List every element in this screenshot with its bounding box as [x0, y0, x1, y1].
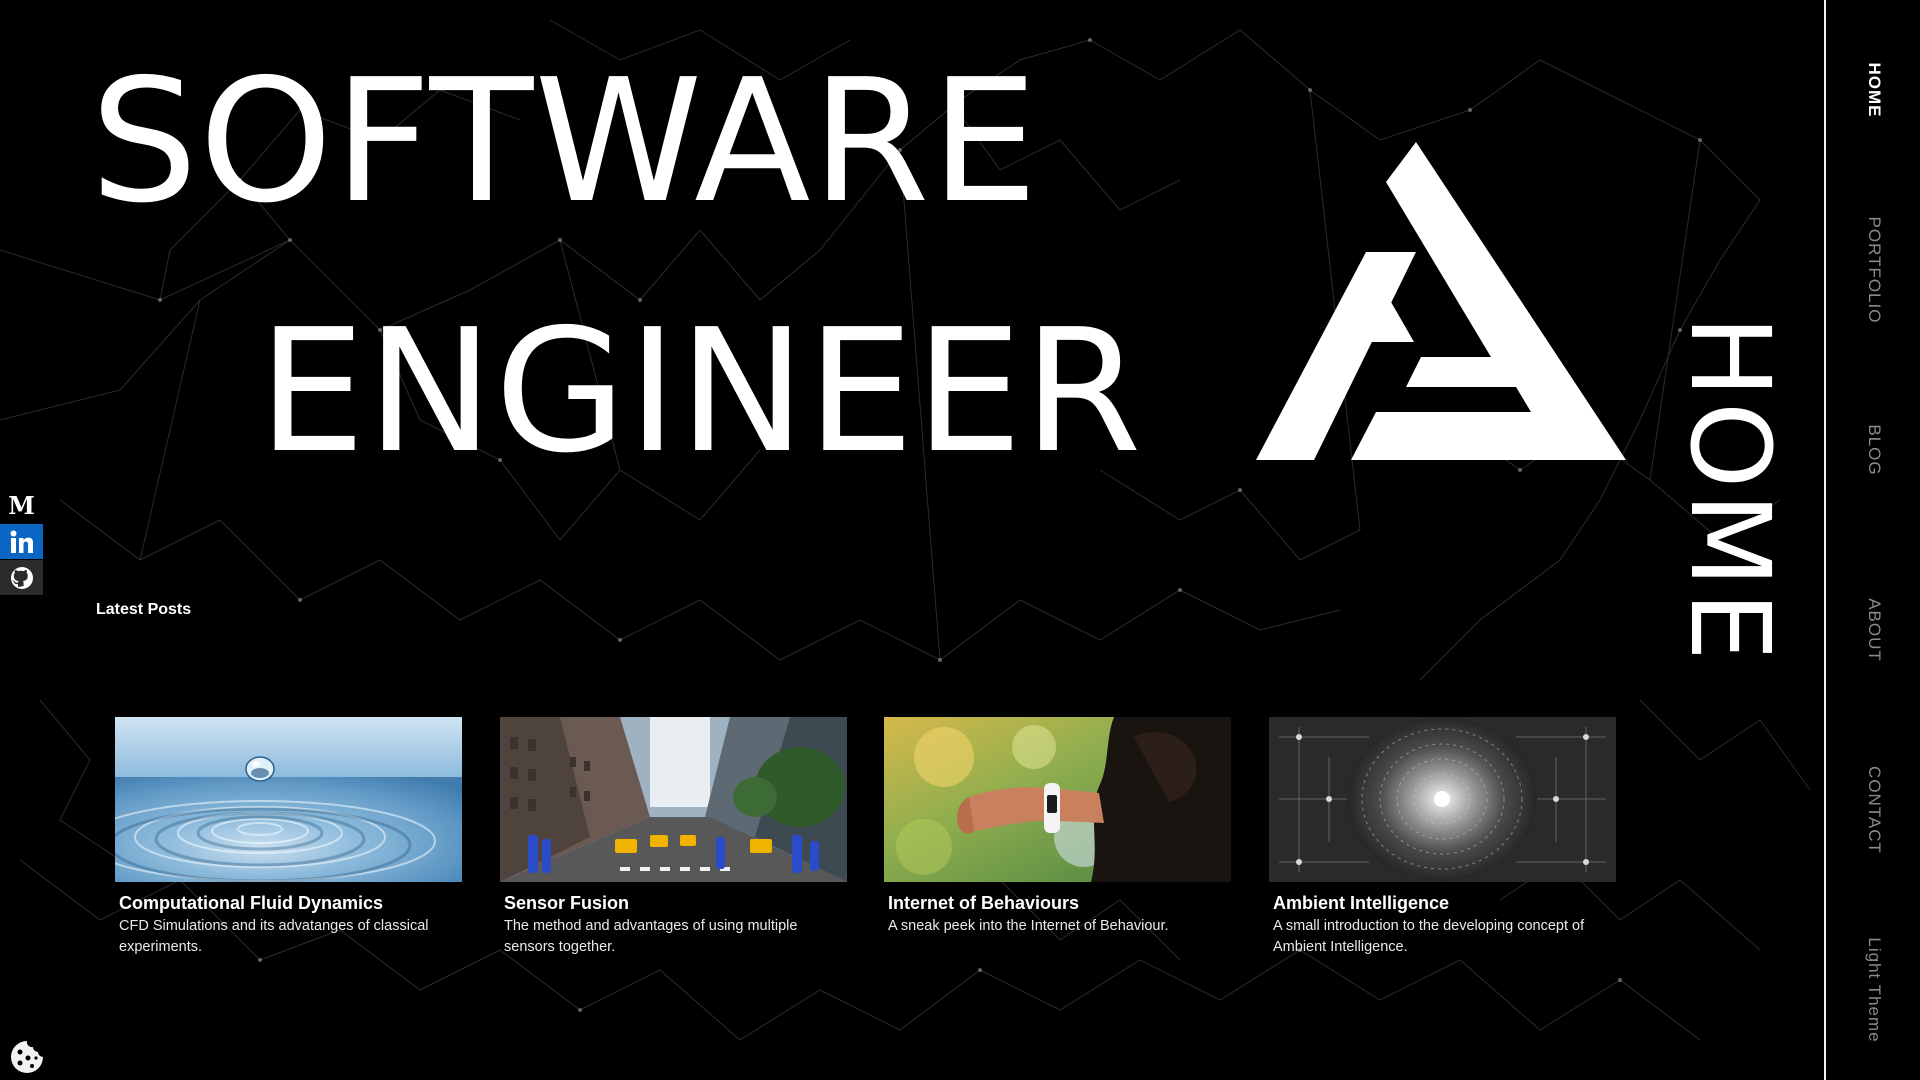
latest-posts-heading: Latest Posts	[96, 601, 192, 618]
theme-toggle[interactable]: Light Theme	[1864, 937, 1884, 1042]
post-title: Sensor Fusion	[504, 893, 630, 913]
post-title: Ambient Intelligence	[1273, 893, 1450, 913]
nav-item-about[interactable]: ABOUT	[1864, 598, 1884, 662]
social-links: M	[0, 488, 44, 596]
post-card-cfd[interactable]: Computational Fluid Dynamics CFD Simulat…	[115, 717, 462, 958]
post-card-internet-of-behaviours[interactable]: Internet of Behaviours A sneak peek into…	[884, 717, 1231, 937]
linkedin-icon	[10, 530, 33, 553]
nav-item-home[interactable]: HOME	[1864, 63, 1884, 118]
github-link[interactable]	[0, 560, 43, 595]
hero-title-line1: SOFTWARE	[90, 43, 1039, 241]
nav-item-blog[interactable]: BLOG	[1864, 424, 1884, 475]
medium-link[interactable]: M	[0, 488, 43, 523]
medium-icon: M	[8, 491, 35, 520]
triangle-a-logo	[1256, 142, 1626, 460]
hero-title-line2: ENGINEER	[258, 293, 1143, 491]
page-title: HOME	[1666, 270, 1794, 710]
post-card-sensor-fusion[interactable]: Sensor Fusion The method and advantages …	[500, 717, 847, 958]
side-navigation: HOME PORTFOLIO BLOG ABOUT CONTACT Light …	[1824, 0, 1920, 1080]
latest-posts-list: Computational Fluid Dynamics CFD Simulat…	[115, 717, 1616, 977]
nav-item-portfolio[interactable]: PORTFOLIO	[1864, 217, 1884, 324]
cookie-icon[interactable]	[8, 1038, 46, 1076]
page-title-text: HOME	[1666, 315, 1794, 665]
post-description: A sneak peek into the Internet of Behavi…	[888, 918, 1169, 934]
post-title: Computational Fluid Dynamics	[119, 893, 384, 913]
post-description: CFD Simulations and its advatanges of cl…	[119, 918, 429, 955]
post-title: Internet of Behaviours	[888, 893, 1080, 913]
post-description: The method and advantages of using multi…	[504, 918, 798, 955]
post-description: A small introduction to the developing c…	[1273, 918, 1585, 955]
water-drop-image	[115, 717, 462, 882]
github-icon	[10, 566, 33, 589]
nav-item-contact[interactable]: CONTACT	[1864, 766, 1884, 854]
binary-tunnel-image	[1269, 717, 1616, 882]
linkedin-link[interactable]	[0, 524, 43, 559]
smartwatch-image	[884, 717, 1231, 882]
post-card-ambient-intelligence[interactable]: Ambient Intelligence A small introductio…	[1269, 717, 1616, 958]
city-street-image	[500, 717, 847, 882]
